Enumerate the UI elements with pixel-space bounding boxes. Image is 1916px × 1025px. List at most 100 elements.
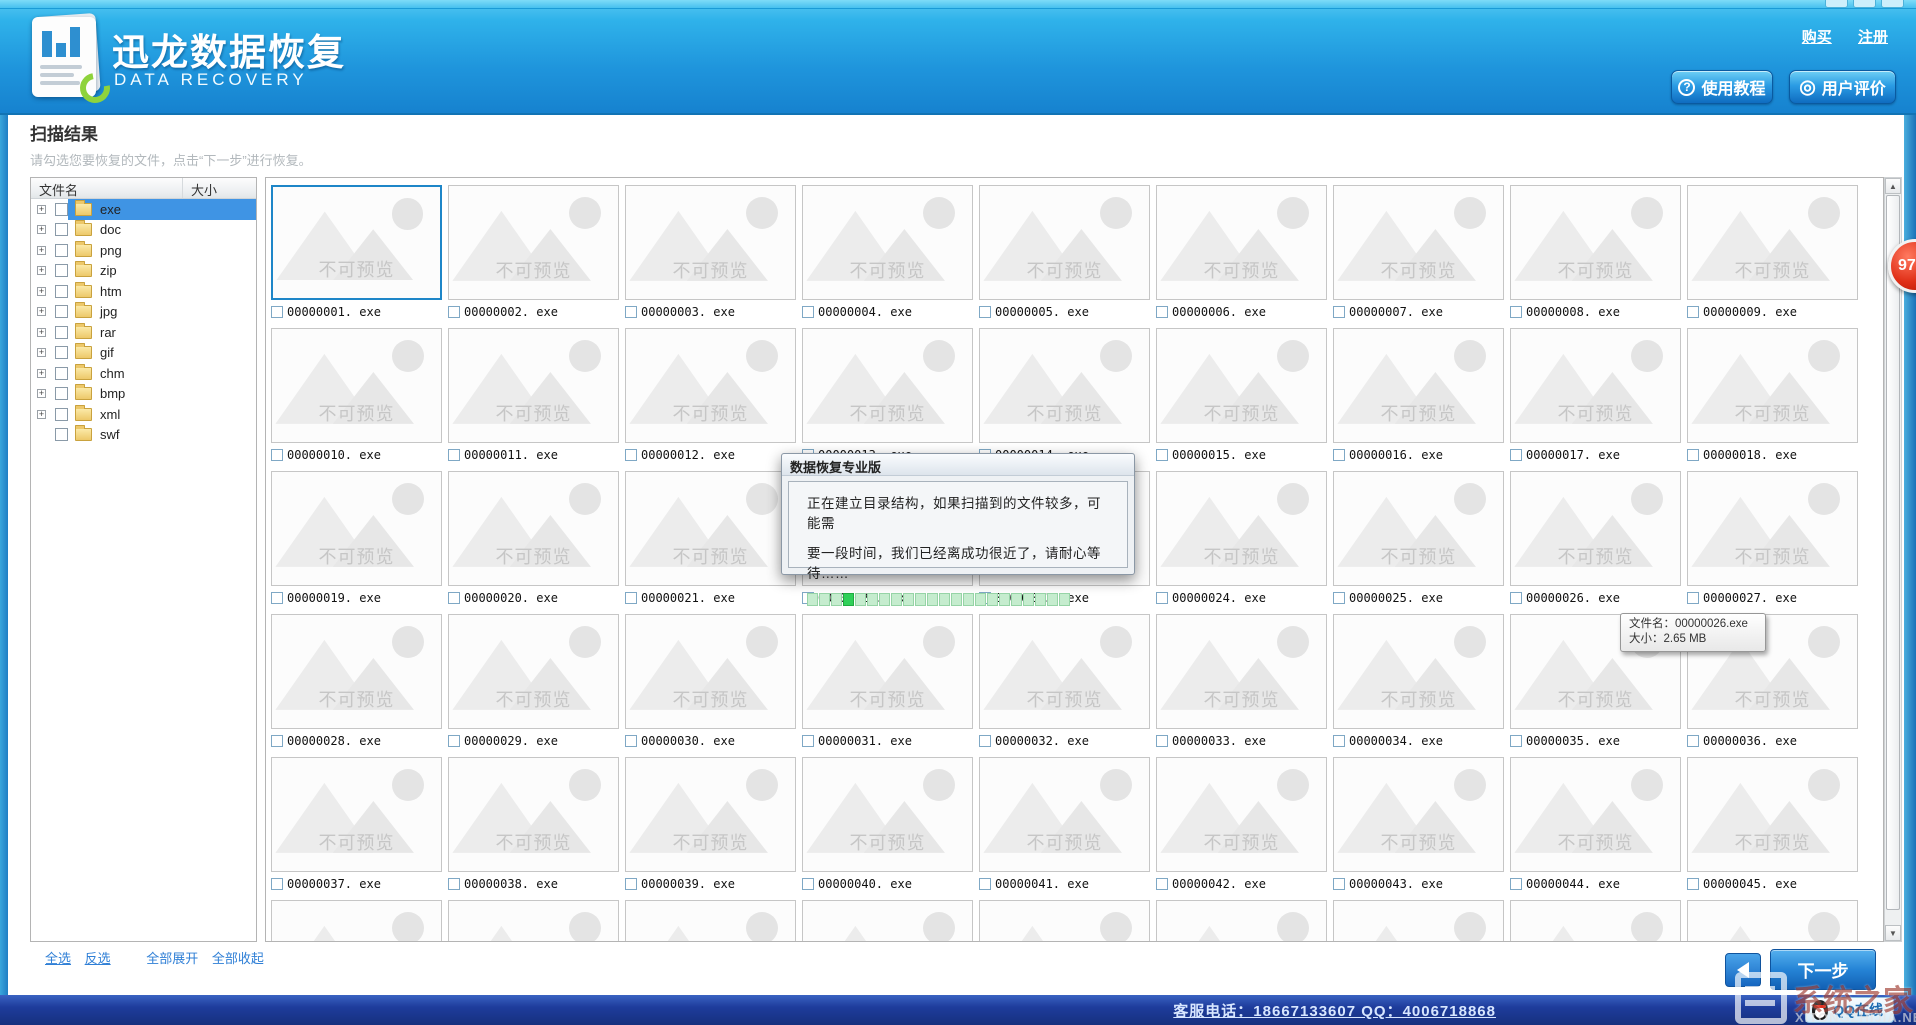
tree-checkbox[interactable]: [55, 367, 68, 380]
tree-checkbox[interactable]: [55, 326, 68, 339]
maximize-button[interactable]: [1853, 0, 1876, 8]
file-preview-tile[interactable]: 不可预览: [1510, 900, 1681, 942]
file-preview-tile[interactable]: 不可预览: [1510, 471, 1681, 586]
file-checkbox[interactable]: [1333, 735, 1345, 747]
file-preview-tile[interactable]: 不可预览: [1333, 185, 1504, 300]
file-checkbox[interactable]: [1156, 306, 1168, 318]
tree-item-gif[interactable]: +gif: [31, 343, 256, 364]
select-all-link[interactable]: 全选: [45, 951, 71, 966]
file-preview-tile[interactable]: 不可预览: [448, 185, 619, 300]
expand-icon[interactable]: +: [37, 369, 46, 378]
tree-checkbox[interactable]: [55, 387, 68, 400]
file-preview-tile[interactable]: 不可预览: [625, 614, 796, 729]
minimize-button[interactable]: [1825, 0, 1848, 8]
tree-checkbox[interactable]: [55, 223, 68, 236]
back-button[interactable]: [1725, 953, 1761, 987]
tree-checkbox[interactable]: [55, 428, 68, 441]
file-preview-tile[interactable]: 不可预览: [1156, 471, 1327, 586]
expand-icon[interactable]: +: [37, 389, 46, 398]
file-checkbox[interactable]: [625, 449, 637, 461]
tree-checkbox[interactable]: [55, 285, 68, 298]
tree-item-jpg[interactable]: +jpg: [31, 302, 256, 323]
invert-selection-link[interactable]: 反选: [85, 951, 111, 966]
qq-online-button[interactable]: QQ在线: [1805, 997, 1894, 1023]
tutorial-button[interactable]: ? 使用教程: [1671, 70, 1773, 104]
register-link[interactable]: 注册: [1858, 29, 1888, 46]
reviews-button[interactable]: ◎ 用户评价: [1789, 70, 1896, 104]
file-preview-tile[interactable]: 不可预览: [271, 614, 442, 729]
file-checkbox[interactable]: [625, 306, 637, 318]
file-preview-tile[interactable]: 不可预览: [1687, 900, 1858, 942]
file-checkbox[interactable]: [448, 592, 460, 604]
file-preview-tile[interactable]: 不可预览: [625, 471, 796, 586]
file-preview-tile[interactable]: 不可预览: [802, 900, 973, 942]
file-checkbox[interactable]: [1510, 592, 1522, 604]
file-preview-tile[interactable]: 不可预览: [802, 185, 973, 300]
file-preview-tile[interactable]: 不可预览: [448, 471, 619, 586]
file-checkbox[interactable]: [625, 592, 637, 604]
file-checkbox[interactable]: [802, 735, 814, 747]
buy-link[interactable]: 购买: [1802, 29, 1832, 46]
file-preview-tile[interactable]: 不可预览: [1510, 328, 1681, 443]
file-preview-tile[interactable]: 不可预览: [625, 328, 796, 443]
collapse-all-link[interactable]: 全部收起: [212, 951, 264, 966]
file-checkbox[interactable]: [1333, 306, 1345, 318]
scroll-up-button[interactable]: ▲: [1885, 178, 1901, 194]
file-preview-tile[interactable]: 不可预览: [1510, 757, 1681, 872]
next-step-button[interactable]: 下一步: [1770, 949, 1876, 990]
file-checkbox[interactable]: [1687, 449, 1699, 461]
tree-checkbox[interactable]: [55, 305, 68, 318]
file-checkbox[interactable]: [1510, 449, 1522, 461]
tree-item-rar[interactable]: +rar: [31, 322, 256, 343]
file-checkbox[interactable]: [625, 878, 637, 890]
file-checkbox[interactable]: [448, 449, 460, 461]
file-preview-tile[interactable]: 不可预览: [1333, 471, 1504, 586]
file-checkbox[interactable]: [1156, 735, 1168, 747]
file-checkbox[interactable]: [1687, 878, 1699, 890]
file-preview-tile[interactable]: 不可预览: [271, 328, 442, 443]
scroll-down-button[interactable]: ▼: [1885, 925, 1901, 941]
file-checkbox[interactable]: [448, 878, 460, 890]
tree-item-chm[interactable]: +chm: [31, 363, 256, 384]
file-checkbox[interactable]: [1510, 735, 1522, 747]
tree-item-xml[interactable]: +xml: [31, 404, 256, 425]
file-checkbox[interactable]: [271, 449, 283, 461]
file-checkbox[interactable]: [1510, 878, 1522, 890]
file-checkbox[interactable]: [1687, 592, 1699, 604]
vertical-scrollbar[interactable]: ▲ ▼: [1884, 177, 1902, 942]
file-preview-tile[interactable]: 不可预览: [802, 614, 973, 729]
expand-all-link[interactable]: 全部展开: [146, 951, 198, 966]
file-checkbox[interactable]: [1333, 592, 1345, 604]
file-preview-tile[interactable]: 不可预览: [448, 900, 619, 942]
expand-icon[interactable]: +: [37, 307, 46, 316]
expand-icon[interactable]: +: [37, 225, 46, 234]
file-checkbox[interactable]: [1510, 306, 1522, 318]
file-preview-tile[interactable]: 不可预览: [1333, 757, 1504, 872]
expand-icon[interactable]: +: [37, 328, 46, 337]
expand-icon[interactable]: +: [37, 266, 46, 275]
expand-icon[interactable]: +: [37, 410, 46, 419]
file-checkbox[interactable]: [1156, 592, 1168, 604]
file-checkbox[interactable]: [1156, 449, 1168, 461]
file-preview-tile[interactable]: 不可预览: [448, 328, 619, 443]
file-preview-tile[interactable]: 不可预览: [448, 614, 619, 729]
tree-checkbox[interactable]: [55, 346, 68, 359]
file-preview-tile[interactable]: 不可预览: [1687, 328, 1858, 443]
file-preview-tile[interactable]: 不可预览: [271, 471, 442, 586]
file-checkbox[interactable]: [271, 735, 283, 747]
file-checkbox[interactable]: [979, 735, 991, 747]
service-contact-link[interactable]: 客服电话：18667133607 QQ：4006718868: [1173, 1000, 1496, 1021]
file-preview-tile[interactable]: 不可预览: [448, 757, 619, 872]
file-checkbox[interactable]: [802, 306, 814, 318]
file-preview-tile[interactable]: 不可预览: [979, 900, 1150, 942]
tree-item-swf[interactable]: swf: [31, 425, 256, 446]
file-preview-tile[interactable]: 不可预览: [1333, 900, 1504, 942]
file-checkbox[interactable]: [625, 735, 637, 747]
file-preview-tile[interactable]: 不可预览: [1156, 900, 1327, 942]
file-preview-tile[interactable]: 不可预览: [1156, 757, 1327, 872]
file-checkbox[interactable]: [1687, 306, 1699, 318]
file-preview-tile[interactable]: 不可预览: [1333, 328, 1504, 443]
file-preview-tile[interactable]: 不可预览: [1687, 185, 1858, 300]
file-checkbox[interactable]: [271, 878, 283, 890]
expand-icon[interactable]: +: [37, 348, 46, 357]
